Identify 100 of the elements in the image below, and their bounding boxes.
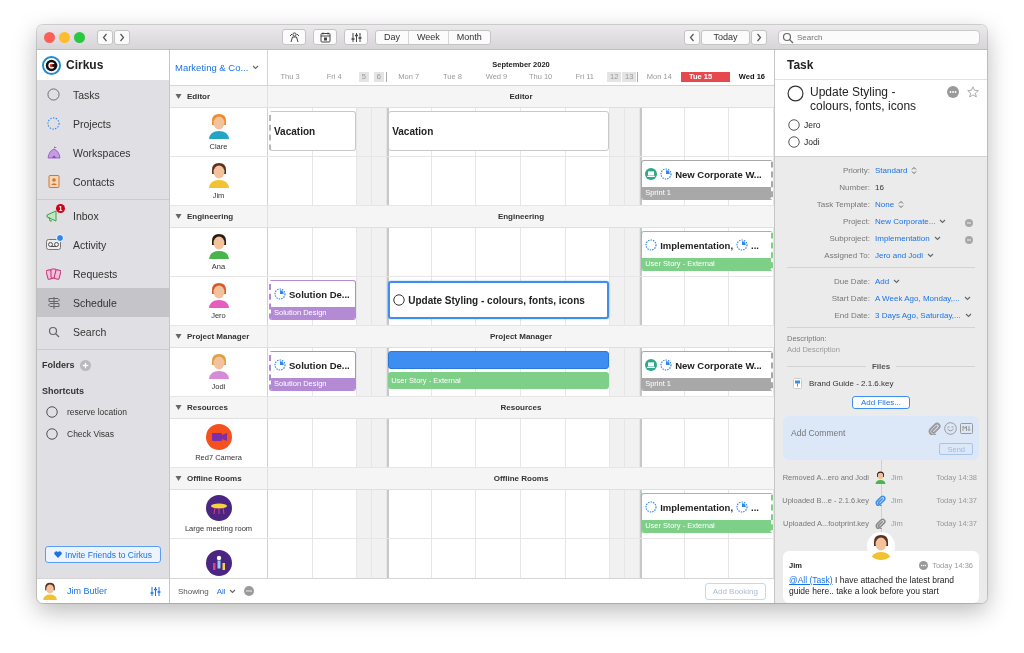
project-dropdown[interactable]: Marketing & Co... bbox=[170, 50, 268, 85]
property-dropdown[interactable]: Jero and Jodi bbox=[875, 251, 935, 260]
panel-title: Task bbox=[787, 57, 814, 72]
section-label: Shortcuts bbox=[42, 386, 84, 396]
expanded-triangle-icon[interactable] bbox=[175, 213, 182, 220]
voicemail-icon bbox=[46, 239, 61, 250]
invite-button[interactable]: Invite Friends to Cirkus bbox=[45, 546, 161, 563]
person-icon bbox=[288, 31, 300, 43]
checkbox-circle[interactable] bbox=[788, 135, 800, 148]
property-value: 16 bbox=[875, 183, 885, 192]
property-label: Priority: bbox=[841, 166, 870, 175]
back-button[interactable] bbox=[97, 29, 113, 45]
sidebar-item[interactable]: Activity bbox=[37, 230, 169, 259]
chevron-down-icon bbox=[252, 65, 260, 70]
more-icon[interactable] bbox=[947, 86, 959, 98]
shortcut-label[interactable]: reserve location bbox=[67, 407, 127, 417]
signpost-icon bbox=[46, 295, 61, 310]
event-title: Implementation, bbox=[660, 239, 734, 251]
group-heading: Resources bbox=[500, 403, 542, 412]
expanded-triangle-icon[interactable] bbox=[175, 333, 182, 340]
group-name: Engineering bbox=[187, 212, 234, 221]
markdown-icon[interactable] bbox=[960, 421, 973, 435]
add-files-button[interactable]: Add Files... bbox=[852, 395, 910, 409]
expanded-triangle-icon[interactable] bbox=[175, 93, 182, 100]
progress-icon bbox=[736, 239, 749, 251]
cards-icon bbox=[46, 267, 61, 280]
sidebar-item[interactable]: Contacts bbox=[37, 167, 169, 196]
chevron-down-icon bbox=[964, 312, 972, 318]
today-button[interactable]: Today bbox=[701, 29, 750, 45]
next-button[interactable] bbox=[751, 29, 767, 45]
camera-icon bbox=[205, 424, 232, 450]
dotted-circle-icon bbox=[645, 501, 658, 513]
paperclip-icon bbox=[928, 421, 941, 435]
logo-icon bbox=[42, 55, 61, 75]
chevron-down-icon bbox=[927, 253, 935, 258]
group-name: Offline Rooms bbox=[187, 474, 242, 483]
view-tab[interactable]: Week bbox=[409, 30, 449, 44]
expanded-triangle-icon[interactable] bbox=[175, 404, 182, 411]
schedule-row-grid[interactable]: Vacation Vacation bbox=[268, 108, 774, 156]
sidebar-item[interactable]: Requests bbox=[37, 259, 169, 288]
sliders-icon bbox=[350, 31, 362, 43]
sidebar-item[interactable]: Search bbox=[37, 317, 169, 346]
event-card[interactable]: Vacation bbox=[388, 111, 610, 151]
showing-dropdown[interactable]: All bbox=[213, 586, 239, 596]
progress-icon bbox=[736, 501, 749, 513]
view-tab[interactable]: Day bbox=[376, 30, 409, 44]
heart-icon bbox=[54, 551, 63, 558]
more-icon[interactable] bbox=[243, 586, 254, 596]
view-tab[interactable]: Month bbox=[448, 30, 490, 44]
more-icon[interactable] bbox=[919, 561, 929, 570]
sidebar-item[interactable]: Schedule bbox=[37, 288, 169, 317]
event-title: New Corporate W... bbox=[675, 359, 762, 371]
property-dropdown[interactable]: New Corporate... bbox=[875, 217, 947, 226]
property-dropdown[interactable]: Add bbox=[875, 276, 901, 286]
dotted-circle-icon bbox=[645, 239, 658, 251]
previous-button[interactable] bbox=[684, 29, 700, 45]
event-title-more: ... bbox=[751, 239, 759, 251]
expanded-triangle-icon[interactable] bbox=[175, 475, 182, 482]
group-heading: Editor bbox=[509, 92, 533, 101]
shortcut-label[interactable]: Check Visas bbox=[67, 429, 115, 439]
event-title: Solution De... bbox=[289, 359, 350, 371]
chevron-right-icon bbox=[119, 32, 125, 42]
event-title: Vacation bbox=[392, 125, 434, 137]
laptop-icon bbox=[645, 359, 658, 371]
sliders-icon[interactable] bbox=[150, 585, 161, 597]
checkbox-circle[interactable] bbox=[393, 294, 406, 306]
event-title: Solution De... bbox=[289, 288, 350, 300]
sliders-button[interactable] bbox=[344, 29, 368, 45]
property-dropdown[interactable]: None bbox=[875, 200, 905, 209]
group-name: Project Manager bbox=[187, 332, 250, 341]
file-name[interactable]: Brand Guide - 2.1.6.key bbox=[809, 378, 894, 388]
checkbox-circle[interactable] bbox=[787, 85, 804, 102]
property-dropdown[interactable]: A Week Ago, Monday,... bbox=[875, 293, 971, 303]
checkbox-circle[interactable] bbox=[788, 118, 800, 131]
files-heading: Files bbox=[871, 361, 891, 371]
mention-link[interactable]: @All (Task) bbox=[789, 575, 833, 585]
property-dropdown[interactable]: Standard bbox=[875, 166, 918, 175]
event-card[interactable]: Update Styling - colours, fonts, icons bbox=[388, 281, 610, 319]
person-button[interactable] bbox=[282, 29, 306, 45]
event-title: Update Styling - colours, fonts, icons bbox=[408, 294, 585, 306]
progress-icon bbox=[660, 359, 673, 371]
event-title: Vacation bbox=[274, 125, 316, 137]
checkbox-circle[interactable] bbox=[46, 428, 58, 440]
calendar-button[interactable] bbox=[313, 29, 337, 45]
sidebar-item[interactable]: Workspaces bbox=[37, 138, 169, 167]
close-button[interactable] bbox=[44, 31, 55, 43]
group-name: Resources bbox=[187, 403, 228, 412]
sidebar-item[interactable]: Tasks bbox=[37, 80, 169, 109]
event-card[interactable]: Vacation bbox=[269, 111, 357, 151]
person-avatar bbox=[41, 582, 59, 600]
forward-button[interactable] bbox=[114, 29, 130, 45]
event-title: Implementation, bbox=[660, 501, 734, 513]
property-dropdown[interactable]: 3 Days Ago, Saturday,... bbox=[875, 310, 972, 320]
property-dropdown[interactable]: Implementation bbox=[875, 234, 941, 243]
showing-label: Showing bbox=[178, 586, 209, 596]
search-field[interactable]: Search bbox=[778, 29, 980, 45]
sidebar-item[interactable]: Projects bbox=[37, 109, 169, 138]
star-icon[interactable] bbox=[967, 86, 979, 98]
chevron-down-icon bbox=[963, 295, 971, 301]
checkbox-circle[interactable] bbox=[46, 406, 58, 418]
